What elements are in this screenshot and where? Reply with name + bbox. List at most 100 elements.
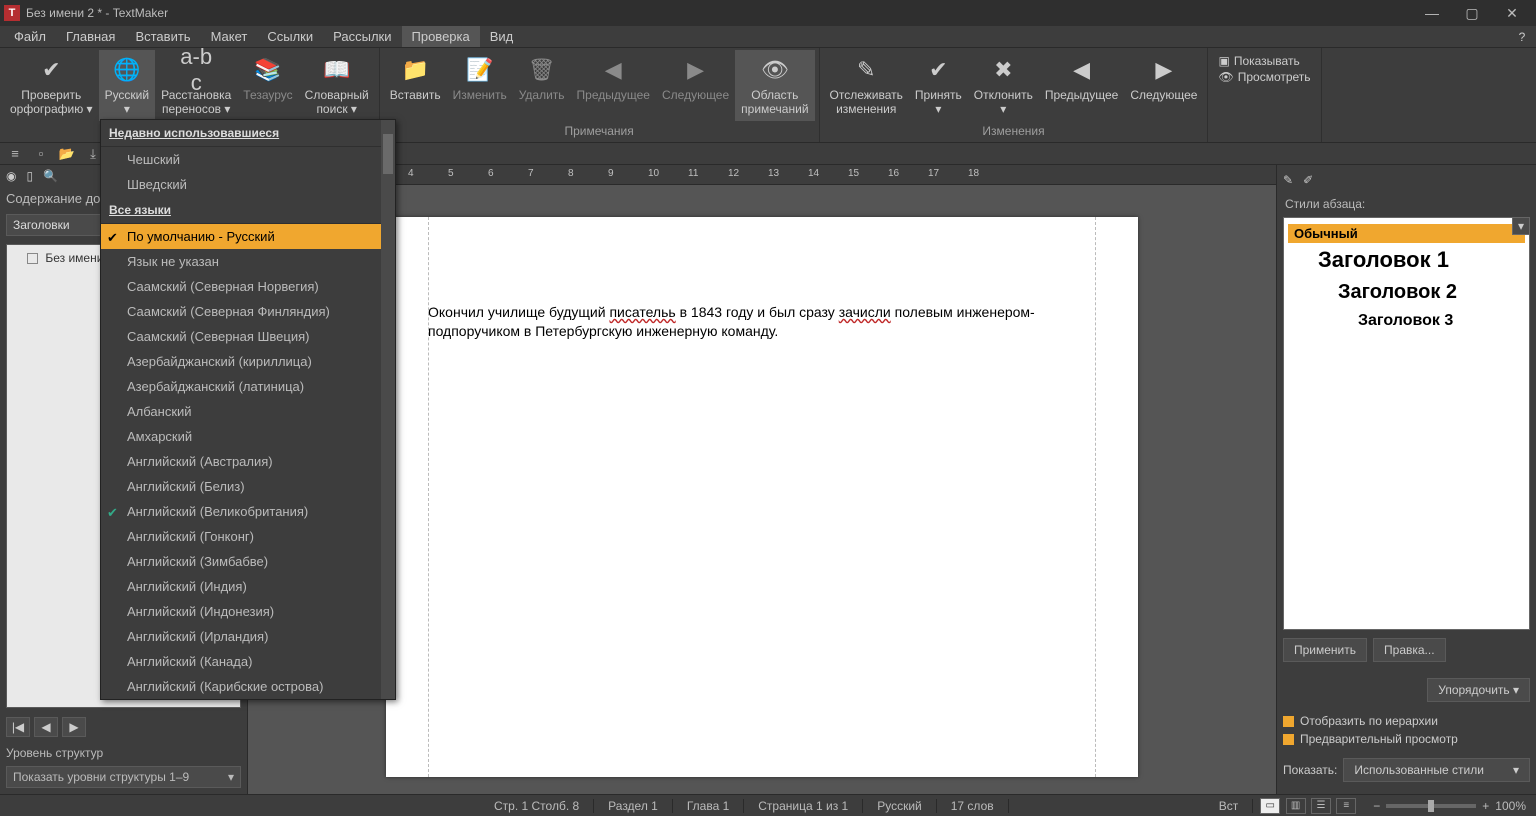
outline-level-combo[interactable]: Показать уровни структуры 1–9▾ — [6, 766, 241, 788]
zoom-value[interactable]: 100% — [1495, 799, 1526, 813]
status-position[interactable]: Стр. 1 Столб. 8 — [480, 799, 594, 813]
close-button[interactable]: ✕ — [1492, 0, 1532, 26]
view-mode-outline[interactable]: ☰ — [1311, 798, 1331, 814]
dictionary-button[interactable]: 📖Словарныйпоиск ▾ — [299, 50, 375, 121]
status-chapter[interactable]: Глава 1 — [673, 799, 744, 813]
menu-links[interactable]: Ссылки — [257, 26, 323, 47]
language-menu-item[interactable]: Саамский (Северная Норвегия) — [101, 274, 395, 299]
style-heading3[interactable]: Заголовок 3 — [1288, 308, 1525, 334]
view-mode-web[interactable]: ≡ — [1336, 798, 1356, 814]
area-button[interactable]: 👁Областьпримечаний — [735, 50, 814, 121]
status-insert-mode[interactable]: Вст — [1205, 799, 1254, 813]
cnext-button[interactable]: ▶Следующее — [1124, 50, 1203, 106]
status-page[interactable]: Страница 1 из 1 — [744, 799, 863, 813]
status-section[interactable]: Раздел 1 — [594, 799, 673, 813]
language-menu-item[interactable]: Английский (Индия) — [101, 574, 395, 599]
language-menu-item[interactable]: Шведский — [101, 172, 395, 197]
delete-button[interactable]: 🗑Удалить — [513, 50, 571, 106]
language-menu-item[interactable]: Английский (Канада) — [101, 649, 395, 674]
insert-button[interactable]: 📁Вставить — [384, 50, 447, 106]
language-menu-item[interactable]: Азербайджанский (кириллица) — [101, 349, 395, 374]
hierarchy-checkbox[interactable]: Отобразить по иерархии — [1283, 712, 1530, 730]
track-button[interactable]: ✎Отслеживатьизменения — [824, 50, 909, 121]
ruler-tick: 4 — [408, 168, 414, 179]
show-button[interactable]: ▣Показывать — [1218, 54, 1310, 68]
ruler[interactable]: 123456789101112131415161718 — [248, 165, 1276, 185]
status-language[interactable]: Русский — [863, 799, 937, 813]
style-heading1[interactable]: Заголовок 1 — [1288, 243, 1525, 277]
outline-first-button[interactable]: |◀ — [6, 717, 30, 737]
checkbox-icon — [1283, 716, 1294, 727]
preview-checkbox[interactable]: Предварительный просмотр — [1283, 730, 1530, 748]
language-menu-item[interactable]: Албанский — [101, 399, 395, 424]
reject-button[interactable]: ✖Отклонить▾ — [968, 50, 1039, 121]
zoom-in-button[interactable]: + — [1482, 799, 1489, 813]
language-menu-item[interactable]: Саамский (Северная Финляндия) — [101, 299, 395, 324]
next-button[interactable]: ▶Следующее — [656, 50, 735, 106]
qat-new-icon[interactable]: ▫ — [32, 145, 50, 163]
styles-dropdown-icon[interactable]: ▾ — [1512, 217, 1530, 235]
apply-style-button[interactable]: Применить — [1283, 638, 1367, 662]
review-button[interactable]: 👁Просмотреть — [1218, 70, 1310, 84]
hyphen-button[interactable]: a-b cРасстановкапереносов ▾ — [155, 50, 237, 121]
styles-char-icon[interactable]: ✐ — [1303, 173, 1313, 187]
minimize-button[interactable]: — — [1412, 0, 1452, 26]
qat-open-icon[interactable]: 📂 — [58, 145, 76, 163]
page[interactable]: Окончил училище будущий писательь в 1843… — [386, 217, 1138, 777]
language-menu[interactable]: Недавно использовавшиесяЧешскийШведскийВ… — [100, 119, 396, 700]
show-styles-combo[interactable]: Использованные стили▾ — [1343, 758, 1530, 782]
styles-list[interactable]: ▾ Обычный Заголовок 1 Заголовок 2 Заголо… — [1283, 217, 1530, 630]
zoom-slider[interactable] — [1386, 804, 1476, 808]
maximize-button[interactable]: ▢ — [1452, 0, 1492, 26]
thesaurus-button[interactable]: 📚Тезаурус — [237, 50, 298, 106]
help-button[interactable]: ? — [1508, 26, 1536, 47]
language-menu-item[interactable]: По умолчанию - Русский✔ — [101, 224, 395, 249]
edit-style-button[interactable]: Правка... — [1373, 638, 1446, 662]
outline-search-icon[interactable]: 🔍 — [43, 169, 58, 183]
language-button[interactable]: 🌐Русский▾ — [99, 50, 156, 121]
zoom-out-button[interactable]: − — [1373, 799, 1380, 813]
cprev-button[interactable]: ◀Предыдущее — [1039, 50, 1124, 106]
language-menu-item[interactable]: Английский (Великобритания)✔ — [101, 499, 395, 524]
menu-file[interactable]: Файл — [4, 26, 56, 47]
style-heading2[interactable]: Заголовок 2 — [1288, 277, 1525, 308]
menu-mail[interactable]: Рассылки — [323, 26, 401, 47]
language-menu-item[interactable]: Английский (Зимбабве) — [101, 549, 395, 574]
menu-review[interactable]: Проверка — [402, 26, 480, 47]
language-menu-item[interactable]: Английский (Ирландия) — [101, 624, 395, 649]
edit-button[interactable]: 📝Изменить — [447, 50, 513, 106]
language-menu-item[interactable]: Язык не указан — [101, 249, 395, 274]
scrollbar[interactable] — [381, 120, 395, 699]
language-menu-item[interactable]: Английский (Белиз) — [101, 474, 395, 499]
status-wordcount[interactable]: 17 слов — [937, 799, 1009, 813]
ruler-tick: 15 — [848, 168, 859, 179]
page-area[interactable]: Окончил училище будущий писательь в 1843… — [248, 185, 1276, 794]
view-mode-normal[interactable]: ▭ — [1260, 798, 1280, 814]
outline-next-button[interactable]: ▶ — [62, 717, 86, 737]
styles-para-icon[interactable]: ✎ — [1283, 173, 1293, 187]
check-spelling-button[interactable]: ✔Проверитьорфографию ▾ — [4, 50, 99, 121]
spell-error[interactable]: зачисли — [839, 304, 891, 320]
style-normal[interactable]: Обычный — [1288, 224, 1525, 243]
menu-view[interactable]: Вид — [480, 26, 524, 47]
prev-button[interactable]: ◀Предыдущее — [571, 50, 656, 106]
language-menu-item[interactable]: Азербайджанский (латиница) — [101, 374, 395, 399]
language-menu-item[interactable]: Амхарский — [101, 424, 395, 449]
qat-menu-icon[interactable]: ≡ — [6, 145, 24, 163]
language-menu-item[interactable]: Английский (Гонконг) — [101, 524, 395, 549]
language-menu-item[interactable]: Английский (Карибские острова) — [101, 674, 395, 699]
outline-page-icon[interactable]: ▯ — [26, 169, 33, 183]
menu-home[interactable]: Главная — [56, 26, 125, 47]
language-menu-item[interactable]: Чешский — [101, 147, 395, 172]
outline-prev-button[interactable]: ◀ — [34, 717, 58, 737]
organize-button[interactable]: Упорядочить ▾ — [1427, 678, 1530, 702]
view-mode-master[interactable]: ▥ — [1286, 798, 1306, 814]
spell-error[interactable]: писательь — [609, 304, 675, 320]
tree-checkbox-icon[interactable] — [27, 253, 38, 264]
accept-button[interactable]: ✔Принять▾ — [909, 50, 968, 121]
outline-compass-icon[interactable]: ◉ — [6, 169, 16, 183]
language-menu-item[interactable]: Английский (Австралия) — [101, 449, 395, 474]
language-menu-item[interactable]: Саамский (Северная Швеция) — [101, 324, 395, 349]
paragraph[interactable]: Окончил училище будущий писательь в 1843… — [428, 303, 1096, 341]
language-menu-item[interactable]: Английский (Индонезия) — [101, 599, 395, 624]
